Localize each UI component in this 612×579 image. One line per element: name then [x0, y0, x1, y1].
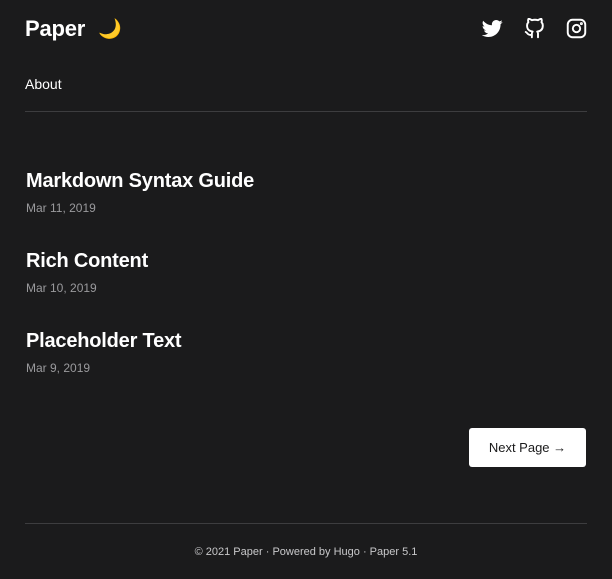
footer-powered-by-link[interactable]: Powered by Hugo: [272, 546, 359, 558]
post-date: Mar 10, 2019: [26, 281, 97, 295]
footer-separator: ·: [359, 546, 370, 558]
post-entry: Placeholder Text Mar 9, 2019: [26, 328, 586, 408]
post-date: Mar 11, 2019: [26, 201, 96, 215]
header-divider: [25, 111, 587, 112]
post-entry: Rich Content Mar 10, 2019: [26, 248, 586, 328]
github-icon: [524, 18, 544, 39]
instagram-icon: [566, 18, 587, 39]
post-list: Markdown Syntax Guide Mar 11, 2019 Rich …: [26, 168, 586, 408]
post-title-link[interactable]: Rich Content: [26, 248, 148, 274]
main-nav: About: [25, 76, 62, 92]
nav-item-about[interactable]: About: [25, 76, 62, 92]
site-title: Paper: [25, 16, 86, 41]
github-link[interactable]: [524, 18, 545, 39]
moon-icon[interactable]: 🌙: [98, 20, 122, 39]
twitter-icon: [482, 20, 503, 37]
footer-separator: ·: [262, 546, 273, 558]
post-date: Mar 9, 2019: [26, 361, 91, 375]
post-title-link[interactable]: Markdown Syntax Guide: [26, 168, 254, 194]
footer-divider: [25, 523, 587, 524]
footer-theme-link[interactable]: Paper 5.1: [370, 546, 418, 558]
site-logo-link[interactable]: Paper 🌙: [25, 14, 122, 44]
social-links: [482, 18, 587, 39]
next-page-button[interactable]: Next Page →: [469, 428, 586, 467]
post-entry: Markdown Syntax Guide Mar 11, 2019: [26, 168, 586, 248]
site-header: Paper 🌙: [25, 14, 587, 44]
site-footer: © 2021 Paper · Powered by Hugo · Paper 5…: [0, 544, 612, 560]
post-title-link[interactable]: Placeholder Text: [26, 328, 182, 354]
instagram-link[interactable]: [566, 18, 587, 39]
footer-copyright: © 2021 Paper: [194, 546, 263, 558]
twitter-link[interactable]: [482, 18, 503, 39]
